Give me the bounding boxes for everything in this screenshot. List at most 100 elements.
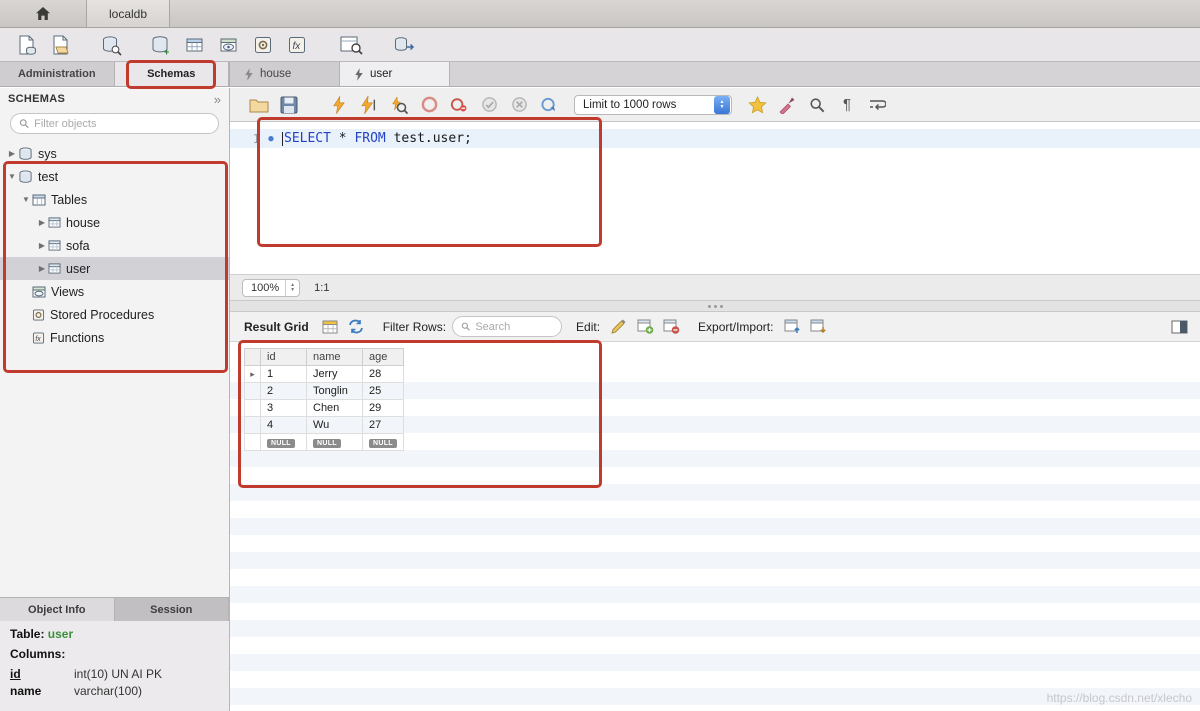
grid-row[interactable]: 4 Wu 27 <box>244 416 404 434</box>
beautify-sql-icon[interactable] <box>772 92 802 118</box>
null-badge[interactable]: NULL <box>267 439 295 448</box>
tree-item-label: Views <box>51 284 85 299</box>
chevron-down-icon[interactable]: ▼ <box>6 172 18 181</box>
grid-header-age[interactable]: age <box>362 348 404 366</box>
editor-tab-house-label: house <box>260 68 292 80</box>
create-table-icon[interactable] <box>180 32 210 58</box>
zoom-stepper-icon[interactable]: ▲ ▼ <box>285 279 299 296</box>
grid-cell-id[interactable]: 1 <box>260 365 307 383</box>
grid-row[interactable]: ▸ 1 Jerry 28 <box>244 365 404 383</box>
tab-schemas[interactable]: Schemas <box>114 62 229 86</box>
limit-rows-dropdown[interactable]: Limit to 1000 rows ▲ ▼ <box>574 94 732 115</box>
create-schema-icon[interactable]: + <box>146 32 176 58</box>
connection-tab[interactable]: localdb <box>86 0 170 27</box>
toggle-stop-on-error-icon[interactable] <box>444 92 474 118</box>
stop-icon[interactable] <box>414 92 444 118</box>
delete-row-icon[interactable] <box>658 316 684 338</box>
grid-null-row[interactable]: NULL NULL NULL <box>244 433 404 451</box>
open-inspector-icon[interactable] <box>96 32 126 58</box>
wrap-text-icon[interactable] <box>862 92 892 118</box>
commit-icon[interactable] <box>474 92 504 118</box>
explain-plan-icon[interactable] <box>384 92 414 118</box>
grid-cell-age[interactable]: 29 <box>362 399 404 417</box>
grid-cell-id[interactable]: 2 <box>260 382 307 400</box>
tab-administration[interactable]: Administration <box>0 62 115 86</box>
null-badge[interactable]: NULL <box>313 439 341 448</box>
column-name: id <box>10 667 21 681</box>
save-icon[interactable] <box>274 92 304 118</box>
grid-view-icon[interactable] <box>317 316 343 338</box>
grid-cell-age[interactable]: 27 <box>362 416 404 434</box>
chevron-right-icon[interactable]: ▶ <box>6 149 18 158</box>
execute-current-statement-icon[interactable] <box>354 92 384 118</box>
grid-header-row: id name age <box>244 348 404 366</box>
grid-cell-name[interactable]: Chen <box>306 399 363 417</box>
save-snippet-icon[interactable] <box>742 92 772 118</box>
grid-cell-name[interactable]: Wu <box>306 416 363 434</box>
stored-procedures-icon <box>32 308 45 321</box>
search-data-icon[interactable] <box>336 32 366 58</box>
chevron-down-icon[interactable]: ▼ <box>20 195 32 204</box>
zoom-control[interactable]: 100% ▲ ▼ <box>242 278 301 297</box>
tree-item-sys[interactable]: ▶ sys <box>0 142 229 165</box>
sql-editor[interactable]: 1 ● SELECT * FROM test.user; <box>230 122 1200 275</box>
create-procedure-icon[interactable] <box>248 32 278 58</box>
svg-text:+: + <box>164 47 169 56</box>
find-icon[interactable] <box>802 92 832 118</box>
chevron-right-icon[interactable]: ▶ <box>36 241 48 250</box>
null-badge[interactable]: NULL <box>369 439 397 448</box>
migration-wizard-icon[interactable] <box>390 32 420 58</box>
chevron-right-icon[interactable]: ▶ <box>36 218 48 227</box>
grid-cell-name[interactable]: Jerry <box>306 365 363 383</box>
editor-tab-house[interactable]: house <box>230 62 340 86</box>
toggle-side-panel-icon[interactable] <box>1166 316 1192 338</box>
rollback-icon[interactable] <box>504 92 534 118</box>
grid-cell-age[interactable]: 28 <box>362 365 404 383</box>
grid-row[interactable]: 2 Tonglin 25 <box>244 382 404 400</box>
tree-item-sofa[interactable]: ▶ sofa <box>0 234 229 257</box>
import-records-icon[interactable] <box>805 316 831 338</box>
pane-splitter[interactable] <box>230 301 1200 312</box>
grid-cell-age[interactable]: 25 <box>362 382 404 400</box>
open-file-icon[interactable] <box>244 92 274 118</box>
open-sql-script-icon[interactable] <box>46 32 76 58</box>
grid-cell-id[interactable]: 3 <box>260 399 307 417</box>
tree-item-views[interactable]: Views <box>0 280 229 303</box>
show-invisibles-icon[interactable]: ¶ <box>832 92 862 118</box>
tree-item-test[interactable]: ▼ test <box>0 165 229 188</box>
create-function-icon[interactable]: fx <box>282 32 312 58</box>
new-query-tab-icon[interactable] <box>12 32 42 58</box>
tab-administration-label: Administration <box>17 68 96 80</box>
tree-item-functions[interactable]: fx Functions <box>0 326 229 349</box>
filter-rows-field[interactable] <box>452 316 563 337</box>
execute-icon[interactable] <box>324 92 354 118</box>
tab-object-info[interactable]: Object Info <box>0 598 115 621</box>
tree-item-user[interactable]: ▶ user <box>0 257 229 280</box>
chevron-right-icon[interactable]: ▶ <box>36 264 48 273</box>
grid-row[interactable]: 3 Chen 29 <box>244 399 404 417</box>
insert-row-icon[interactable] <box>632 316 658 338</box>
tab-session[interactable]: Session <box>114 598 229 621</box>
grid-cell-name[interactable]: Tonglin <box>306 382 363 400</box>
tree-item-stored-procedures[interactable]: Stored Procedures <box>0 303 229 326</box>
editor-tab-user[interactable]: user <box>340 62 450 86</box>
schema-filter-field[interactable] <box>10 113 219 134</box>
filter-rows-input[interactable] <box>475 320 554 333</box>
editor-current-line[interactable]: 1 ● SELECT * FROM test.user; <box>230 129 1200 148</box>
grid-header-id[interactable]: id <box>260 348 307 366</box>
toggle-autocommit-icon[interactable] <box>534 92 564 118</box>
create-view-icon[interactable] <box>214 32 244 58</box>
schema-filter-input[interactable] <box>34 117 210 130</box>
edit-label: Edit: <box>576 319 601 334</box>
result-grid-label: Result Grid <box>244 319 309 334</box>
edit-record-icon[interactable] <box>606 316 632 338</box>
tree-item-house[interactable]: ▶ house <box>0 211 229 234</box>
titlebar: localdb <box>0 0 1200 28</box>
refresh-results-icon[interactable] <box>343 316 369 338</box>
collapse-panel-icon[interactable]: » <box>214 92 221 107</box>
grid-header-name[interactable]: name <box>306 348 363 366</box>
export-results-icon[interactable] <box>779 316 805 338</box>
grid-cell-id[interactable]: 4 <box>260 416 307 434</box>
home-tab[interactable] <box>0 0 86 27</box>
tree-item-tables[interactable]: ▼ Tables <box>0 188 229 211</box>
